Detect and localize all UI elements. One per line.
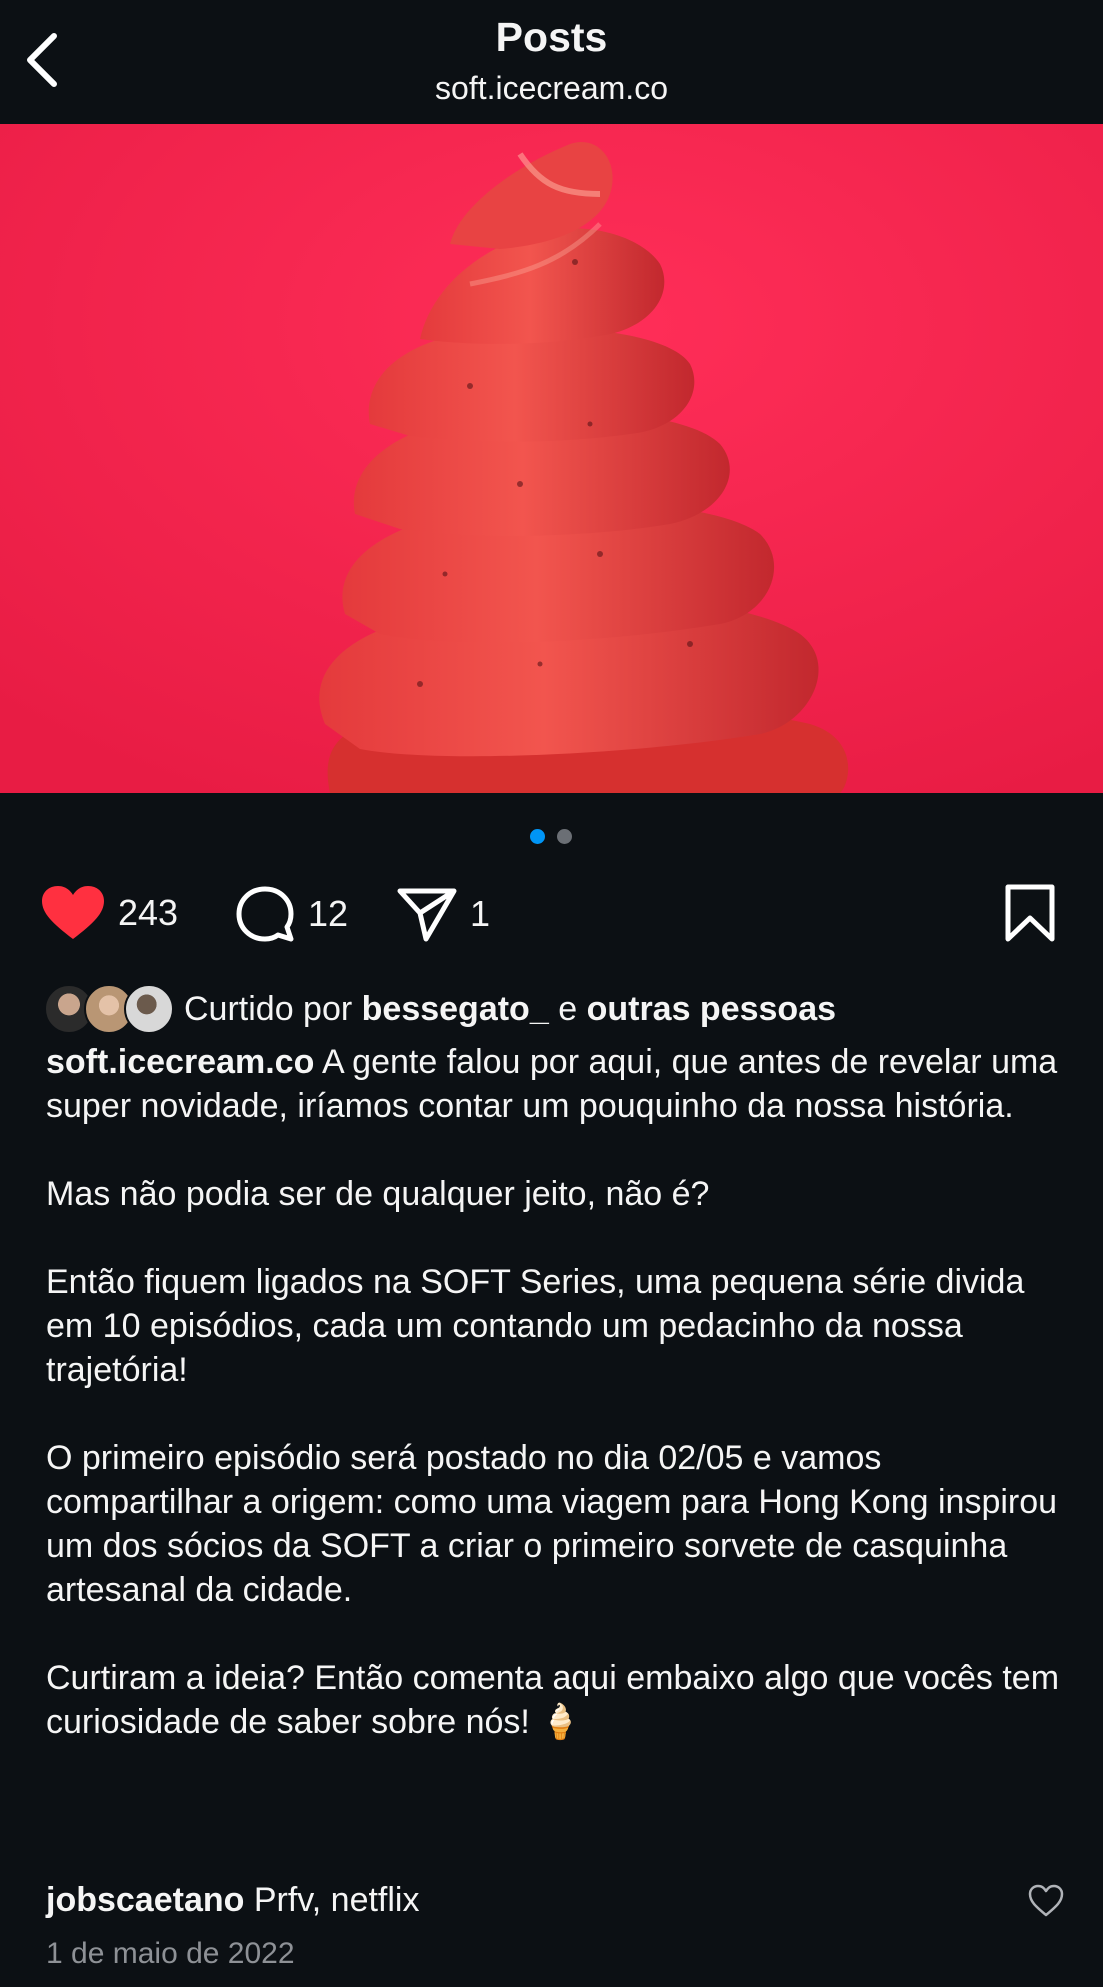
likes-count[interactable]: 243: [118, 892, 178, 934]
caption-paragraph: Mas não podia ser de qualquer jeito, não…: [46, 1175, 710, 1213]
comment-text: Prfv, netflix: [253, 1881, 420, 1919]
action-bar: 243 12 1: [0, 880, 1103, 946]
liked-by-row[interactable]: Curtido por bessegato_ e outras pessoas: [44, 984, 836, 1034]
post-image[interactable]: [0, 124, 1103, 793]
page-title: Posts: [495, 14, 608, 60]
comment-row: jobscaetano Prfv, netflix: [46, 1878, 1046, 1922]
liked-by-connector: e: [558, 989, 578, 1028]
liked-by-prefix: Curtido por: [184, 989, 353, 1028]
bookmark-icon: [1005, 884, 1055, 942]
shares-count: 1: [470, 893, 491, 934]
liked-by-username[interactable]: bessegato_: [362, 990, 549, 1029]
caption-paragraph: soft.icecream.co A gente falou por aqui,…: [46, 1040, 1066, 1128]
share-button[interactable]: 1: [396, 885, 490, 943]
caption-paragraph: O primeiro episódio será postado no dia …: [46, 1439, 1058, 1609]
small-heart-icon: [1028, 1884, 1064, 1917]
comment-username[interactable]: jobscaetano: [46, 1878, 244, 1922]
comment-button[interactable]: 12: [234, 885, 348, 943]
post-caption: soft.icecream.co A gente falou por aqui,…: [46, 1040, 1066, 1788]
comment-icon: [236, 886, 294, 942]
heart-icon: [42, 886, 104, 939]
comments-count: 12: [308, 893, 349, 934]
page-subtitle-username[interactable]: soft.icecream.co: [0, 70, 1103, 107]
like-button[interactable]: 243: [40, 885, 178, 941]
share-icon: [397, 888, 457, 942]
liker-avatars: [44, 984, 174, 1034]
caption-paragraph: Curtiram a ideia? Então comenta aqui emb…: [46, 1659, 1060, 1741]
caption-paragraph: Então fiquem ligados na SOFT Series, uma…: [46, 1263, 1025, 1389]
avatar: [124, 984, 174, 1034]
save-button[interactable]: [1004, 884, 1056, 942]
top-bar: Posts soft.icecream.co: [0, 0, 1103, 124]
carousel-indicator: [0, 829, 1103, 845]
caption-username[interactable]: soft.icecream.co: [46, 1043, 314, 1081]
carousel-dot: [557, 829, 572, 844]
carousel-dot-active: [530, 829, 545, 844]
comment-like-button[interactable]: [1028, 1884, 1064, 1918]
post-date: 1 de maio de 2022: [46, 1937, 295, 1970]
liked-by-others[interactable]: outras pessoas: [587, 990, 836, 1029]
